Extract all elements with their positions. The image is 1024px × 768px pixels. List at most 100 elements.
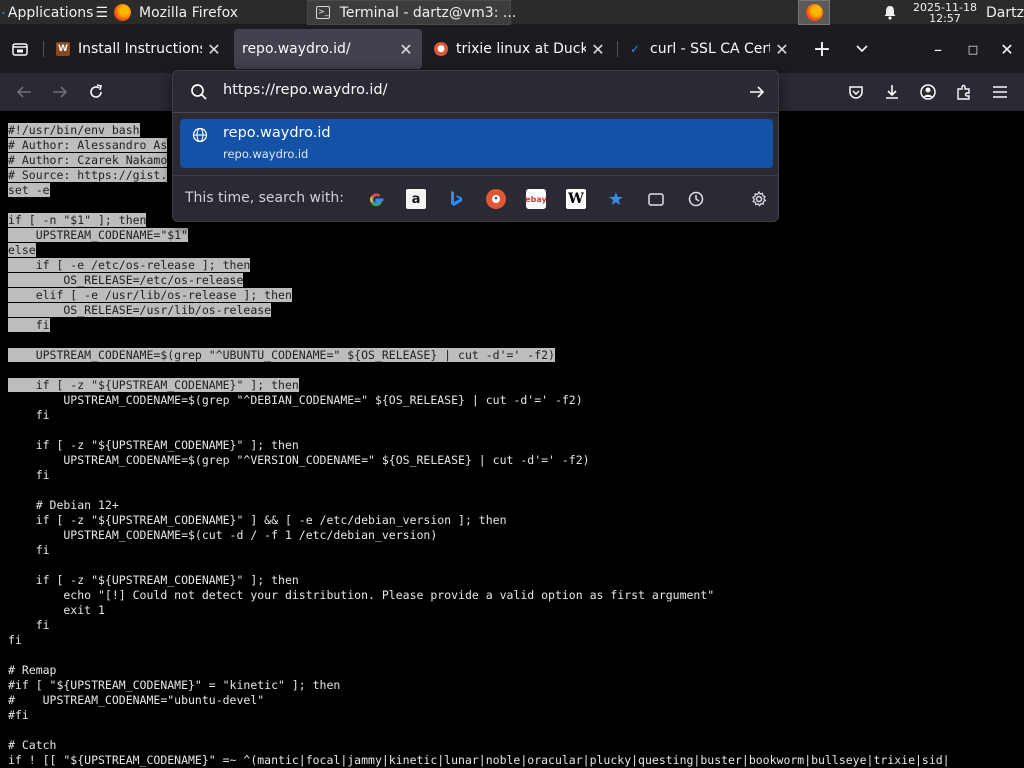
code-line: if [ -z "${UPSTREAM_CODENAME}" ]; then	[8, 573, 299, 587]
tab-separator	[617, 41, 618, 57]
xfce-logo-icon	[2, 11, 5, 14]
reload-button[interactable]	[80, 76, 112, 108]
code-line: else	[8, 243, 1018, 258]
suggestion-url: repo.waydro.id	[223, 147, 309, 161]
duckduckgo-icon[interactable]	[486, 189, 506, 209]
pocket-icon	[849, 85, 863, 99]
tab-curl-ssl[interactable]: ✓ curl - SSL CA Certificates ✕	[620, 29, 798, 69]
search-with-label: This time, search with:	[185, 190, 344, 206]
close-tab-icon[interactable]: ✕	[206, 40, 222, 59]
url-input[interactable]: https://repo.waydro.id/	[173, 71, 778, 113]
curl-favicon-icon: ✓	[629, 42, 641, 56]
account-button[interactable]	[912, 76, 944, 108]
url-suggestion[interactable]: repo.waydro.id repo.waydro.id	[180, 119, 773, 168]
code-line: OS_RELEASE=/usr/lib/os-release	[8, 303, 1018, 318]
close-tab-icon[interactable]: ✕	[398, 40, 414, 59]
code-line: OS_RELEASE=/etc/os-release	[8, 273, 1018, 288]
history-icon[interactable]	[686, 189, 706, 209]
bing-icon[interactable]	[446, 189, 466, 209]
amazon-text: a	[411, 191, 421, 207]
notifications-button[interactable]	[880, 0, 900, 25]
ebay-icon[interactable]: ebay	[525, 189, 547, 209]
urlbar-dropdown: https://repo.waydro.id/ repo.waydro.id r…	[172, 70, 779, 222]
clock-date: 2025-11-18	[913, 0, 977, 14]
selected-text: else	[8, 243, 36, 257]
code-line: fi	[8, 408, 50, 422]
code-line: #if [ "${UPSTREAM_CODENAME}" = "kinetic"…	[8, 678, 341, 692]
system-panel: Applications ☰ Mozilla Firefox >_ Termin…	[0, 0, 1024, 25]
code-line: fi	[8, 318, 1018, 333]
forward-button[interactable]	[44, 76, 76, 108]
tab-repo-waydro[interactable]: repo.waydro.id/ ✕	[234, 29, 422, 69]
taskbar-terminal[interactable]: >_ Terminal - dartz@vm3: ...	[307, 0, 516, 25]
extensions-button[interactable]	[948, 76, 980, 108]
code-line: # Remap	[8, 663, 57, 677]
search-engine-row: This time, search with: a ebay W ★	[173, 176, 778, 222]
code-line: # UPSTREAM_CODENAME="ubuntu-devel"	[8, 693, 265, 707]
maximize-button[interactable]: □	[955, 29, 991, 69]
code-line: UPSTREAM_CODENAME="$1"	[8, 228, 1018, 243]
applications-menu[interactable]: Applications ☰	[0, 0, 108, 25]
app-menu-button[interactable]	[984, 76, 1016, 108]
tab-title: Install Instructions | W	[78, 41, 202, 57]
tab-separator	[43, 41, 44, 57]
selected-text: OS_RELEASE=/etc/os-release	[8, 273, 244, 287]
arrow-right-icon	[53, 86, 68, 98]
back-button[interactable]	[8, 76, 40, 108]
code-line: # Catch	[8, 738, 57, 752]
clock-time: 12:57	[929, 11, 961, 25]
duckduckgo-favicon-icon: ●	[434, 42, 448, 56]
url-text[interactable]: https://repo.waydro.id/	[223, 82, 387, 98]
code-line: # Debian 12+	[8, 498, 119, 512]
selected-text: set -e	[8, 183, 50, 197]
search-settings-button[interactable]	[749, 189, 769, 209]
selected-text: #!/usr/bin/env bash	[8, 123, 140, 137]
clock[interactable]: 2025-11-18 12:57	[906, 0, 984, 25]
minimize-icon: –	[934, 39, 942, 59]
taskbar-firefox[interactable]: Mozilla Firefox	[108, 0, 304, 25]
globe-icon	[192, 127, 208, 143]
tabs-icon[interactable]	[646, 189, 666, 209]
code-line: fi	[8, 468, 50, 482]
close-window-button[interactable]: ✕	[989, 29, 1024, 69]
selected-text: UPSTREAM_CODENAME=$(grep "^UBUNTU_CODENA…	[8, 348, 555, 362]
code-line: UPSTREAM_CODENAME=$(grep "^DEBIAN_CODENA…	[8, 393, 583, 407]
account-icon	[920, 84, 936, 100]
firefox-icon	[805, 4, 823, 21]
minimize-button[interactable]: –	[920, 29, 956, 69]
selected-text: elif [ -e /usr/lib/os-release ]; then	[8, 288, 292, 302]
go-button[interactable]	[746, 81, 768, 103]
new-tab-button[interactable]: +	[804, 29, 840, 69]
code-line: exit 1	[8, 603, 105, 617]
amazon-icon[interactable]: a	[406, 189, 426, 209]
hamburger-icon	[993, 86, 1007, 98]
close-tab-icon[interactable]: ✕	[774, 40, 790, 59]
google-icon[interactable]	[366, 189, 386, 209]
suggestion-title: repo.waydro.id	[223, 125, 331, 141]
user-menu[interactable]: Dartz	[986, 0, 1024, 25]
firefox-view-button[interactable]	[2, 29, 38, 69]
list-all-tabs-button[interactable]	[844, 29, 880, 69]
selected-text: if [ -e /etc/os-release ]; then	[8, 258, 251, 272]
tab-title: curl - SSL CA Certificates	[650, 41, 770, 57]
wikipedia-text: W	[568, 191, 584, 207]
bookmarks-icon[interactable]: ★	[606, 189, 626, 210]
puzzle-icon	[957, 84, 970, 100]
downloads-button[interactable]	[876, 76, 908, 108]
code-line: UPSTREAM_CODENAME=$(grep "^VERSION_CODEN…	[8, 453, 590, 467]
wikipedia-icon[interactable]: W	[566, 189, 586, 209]
selected-text: # Source: https://gist.	[8, 168, 168, 182]
code-line: if [ -e /etc/os-release ]; then	[8, 258, 1018, 273]
code-line: if [ -z "${UPSTREAM_CODENAME}" ]; then	[8, 378, 1018, 393]
tab-title: repo.waydro.id/	[242, 41, 351, 57]
close-tab-icon[interactable]: ✕	[590, 40, 606, 59]
pocket-button[interactable]	[840, 76, 872, 108]
search-icon	[191, 84, 207, 100]
tab-bar: W Install Instructions | W ✕ repo.waydro…	[0, 25, 1024, 73]
code-line: elif [ -e /usr/lib/os-release ]; then	[8, 288, 1018, 303]
tray-firefox[interactable]	[798, 0, 830, 25]
tab-duckduckgo[interactable]: ● trixie linux at DuckDuckGo ✕	[426, 29, 614, 69]
tab-install-instructions[interactable]: W Install Instructions | W ✕	[48, 29, 230, 69]
